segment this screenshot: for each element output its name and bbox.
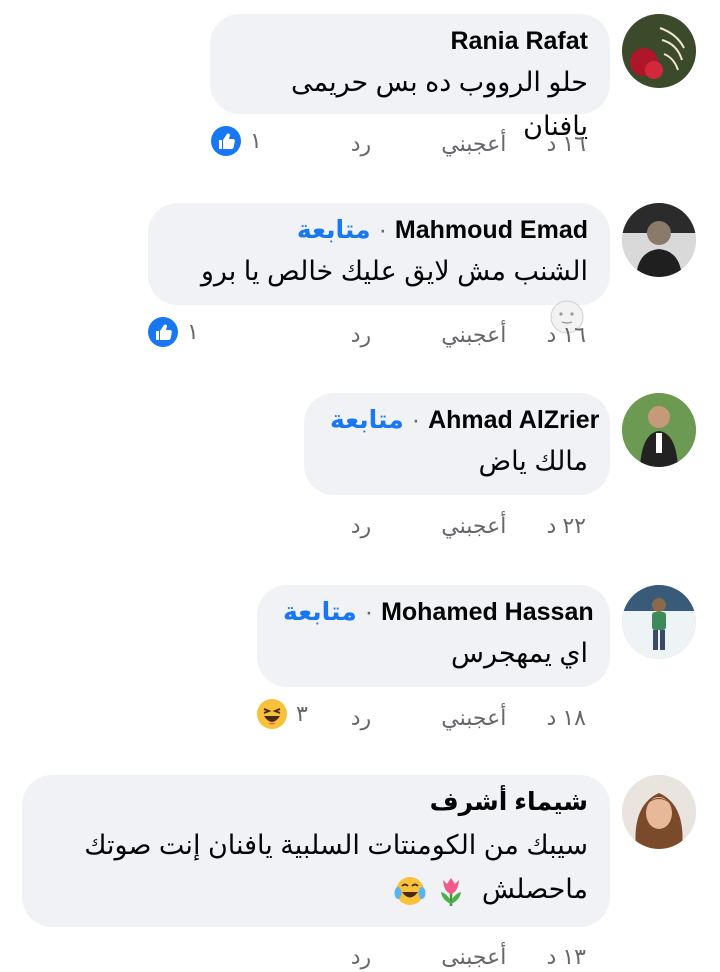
author-name[interactable]: شيماء أشرف: [430, 788, 588, 816]
tears-of-joy-icon: [394, 876, 426, 905]
follow-button[interactable]: متابعة: [297, 216, 371, 244]
reaction-summary[interactable]: ١: [147, 316, 199, 348]
like-action[interactable]: أعجبني: [441, 322, 506, 348]
comment-bubble: Rania Rafat حلو الرووب ده بس حريمى يافنا…: [210, 14, 610, 141]
reply-action[interactable]: رد: [351, 944, 371, 970]
avatar-image: [622, 775, 696, 849]
like-icon: [148, 317, 178, 347]
avatar-rania[interactable]: [622, 14, 696, 88]
avatar-mahmoud[interactable]: [622, 203, 696, 277]
reaction-summary[interactable]: ٣: [256, 698, 308, 730]
author-name[interactable]: Rania Rafat: [450, 27, 588, 55]
separator-dot: ·: [378, 216, 387, 244]
comment-bubble: متابعة · Mohamed Hassan اي يمهجرس: [257, 585, 610, 687]
comment-bubble: متابعة · Ahmad AlZrier مالك ياض: [304, 393, 610, 495]
reaction-count: ١: [187, 319, 199, 344]
author-name[interactable]: Mahmoud Emad: [395, 216, 588, 244]
reply-action[interactable]: رد: [351, 513, 371, 539]
reply-action[interactable]: رد: [351, 322, 371, 348]
comment-time[interactable]: ١٦ د: [546, 322, 586, 348]
comment-text-content: الشنب مش لايق عليك خالص يا برو: [200, 256, 588, 286]
like-action[interactable]: أعجبنى: [441, 944, 506, 970]
comment-time[interactable]: ١٨ د: [546, 705, 586, 731]
avatar-image: [622, 203, 696, 277]
comment-text-line: سيبك من الكومنتات السلبية يافنان إنت صوت…: [84, 830, 588, 860]
like-icon: [211, 126, 241, 156]
comment-text-line-2: ماحصلش: [48, 867, 588, 911]
comment-actions: ٢٢ د أعجبني رد: [351, 513, 586, 539]
comment-actions: ١٦ د أعجبني رد: [351, 131, 586, 157]
avatar-image: [622, 393, 696, 467]
separator-dot: ·: [364, 598, 374, 626]
reply-action[interactable]: رد: [351, 131, 371, 157]
avatar-image: [622, 585, 696, 659]
comment-actions: ١٨ د أعجبني رد: [351, 705, 586, 731]
like-action[interactable]: أعجبني: [441, 131, 506, 157]
comment-time[interactable]: ١٣ د: [546, 944, 586, 970]
follow-button[interactable]: متابعة: [330, 406, 404, 434]
like-action[interactable]: أعجبني: [441, 705, 506, 731]
comment-text-content: ماحصلش: [481, 874, 588, 904]
author-name[interactable]: Ahmad AlZrier: [428, 406, 599, 434]
comment-bubble: متابعة · Mahmoud Emad الشنب مش لايق عليك خ…: [148, 203, 610, 334]
like-action[interactable]: أعجبني: [441, 513, 506, 539]
comment-text: اي يمهجرس: [451, 638, 588, 668]
follow-button[interactable]: متابعة: [283, 598, 357, 626]
reply-action[interactable]: رد: [351, 705, 371, 731]
avatar-image: [622, 14, 696, 88]
comment-bubble: شيماء أشرف سيبك من الكومنتات السلبية ياف…: [22, 775, 610, 927]
reaction-count: ١: [250, 128, 262, 153]
author-name[interactable]: Mohamed Hassan: [381, 598, 594, 626]
comment-time[interactable]: ٢٢ د: [546, 513, 586, 539]
comment-time[interactable]: ١٦ د: [546, 131, 586, 157]
comment-text: مالك ياض: [478, 446, 588, 476]
avatar-ahmad[interactable]: [622, 393, 696, 467]
separator-dot: ·: [411, 406, 421, 434]
tulip-icon: [441, 877, 462, 906]
reaction-count: ٣: [296, 701, 308, 726]
avatar-shaimaa[interactable]: [622, 775, 696, 849]
comment-text: سيبك من الكومنتات السلبية يافنان إنت صوت…: [48, 823, 588, 911]
avatar-mohamed[interactable]: [622, 585, 696, 659]
comment-actions: ١٦ د أعجبني رد: [351, 322, 586, 348]
reaction-summary[interactable]: ١: [210, 125, 262, 157]
haha-icon: [257, 699, 287, 729]
comment-actions: ١٣ د أعجبنى رد: [351, 944, 586, 970]
